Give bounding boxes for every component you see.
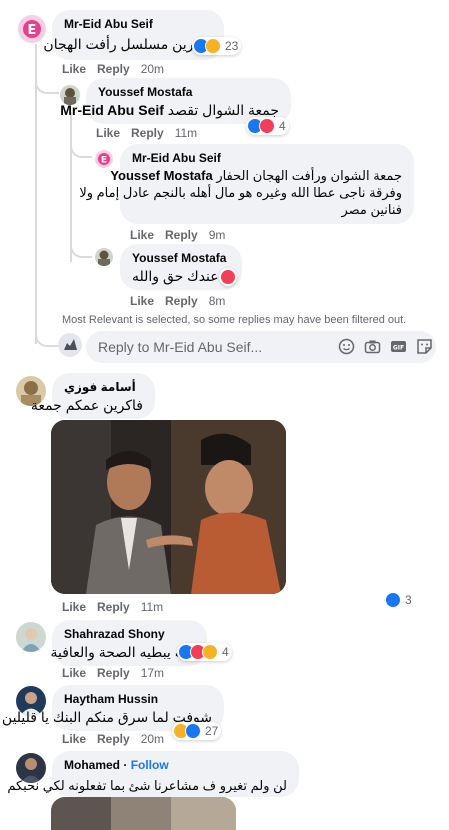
reply-text: جمعة الشوان ورأفت الهجان الحفار: [216, 168, 402, 183]
reply-button[interactable]: Reply: [97, 666, 130, 680]
avatar[interactable]: E: [95, 150, 113, 168]
comment-time[interactable]: 11m: [175, 126, 197, 140]
comment-time[interactable]: 11m: [141, 600, 163, 614]
like-reaction-icon: [385, 592, 401, 608]
comment-time[interactable]: 8m: [209, 294, 226, 308]
avatar[interactable]: [16, 622, 46, 652]
comment-time[interactable]: 20m: [141, 732, 164, 746]
mention-link[interactable]: Mr-Eid Abu Seif: [60, 102, 164, 118]
svg-text:GIF: GIF: [393, 345, 404, 352]
reaction-count: 3: [405, 593, 412, 607]
reaction-summary[interactable]: [219, 268, 237, 286]
comment-actions: Like Reply 8m: [130, 294, 236, 308]
reaction-count: 4: [279, 119, 286, 133]
follow-button[interactable]: Follow: [131, 758, 169, 772]
avatar[interactable]: E: [18, 15, 46, 43]
reaction-summary[interactable]: 27: [172, 722, 222, 740]
comment-author[interactable]: Youssef Mostafa: [98, 85, 279, 99]
comment-time[interactable]: 20m: [141, 62, 164, 76]
thread-curve: [70, 240, 92, 258]
like-button[interactable]: Like: [96, 126, 120, 140]
like-button[interactable]: Like: [62, 666, 86, 680]
comment-actions: Like Reply 11m: [62, 600, 174, 614]
comment-text: جمعة الشوان ورأفت الهجان الحفار Youssef …: [110, 167, 402, 184]
comment-author: Mohamed · Follow: [64, 758, 287, 772]
comment-author[interactable]: Haytham Hussin: [64, 692, 212, 706]
comment-text: عندك حق والله: [132, 268, 219, 284]
comment-actions: Like Reply 17m: [62, 666, 175, 680]
like-reaction-icon: [185, 723, 201, 739]
comment-bubble: أسامة فوزي فاكرين عمكم جمعة: [30, 373, 155, 419]
reply-button[interactable]: Reply: [165, 228, 198, 242]
comment-photo[interactable]: [51, 797, 236, 830]
comment-text-line: فنانين مصر: [341, 202, 402, 217]
love-reaction-icon: [220, 269, 236, 285]
comment-text: فاكرين مسلسل رأفت الهجان: [43, 36, 212, 52]
comment-text-line: وفرقة ناجى عطا الله وغيره هو مال أهله با…: [79, 185, 402, 200]
reaction-summary[interactable]: 23: [192, 37, 242, 55]
comment-text: فاكرين عمكم جمعة: [30, 397, 143, 413]
filter-notice: Most Relevant is selected, so some repli…: [62, 314, 407, 326]
haha-reaction-icon: [205, 38, 221, 54]
reaction-count: 4: [222, 645, 229, 659]
comment-author[interactable]: Shahrazad Shony: [64, 627, 195, 641]
comment-author-name[interactable]: Mohamed: [64, 758, 120, 772]
love-reaction-icon: [259, 118, 275, 134]
thread-curve: [70, 140, 92, 158]
reaction-count: 23: [225, 39, 239, 53]
reaction-summary[interactable]: 4: [177, 643, 232, 661]
reply-button[interactable]: Reply: [97, 732, 130, 746]
name-separator: ·: [120, 758, 131, 772]
comment-text: الله يبطيه الصحة والعافية: [50, 644, 196, 660]
reply-placeholder: Reply to Mr-Eid Abu Seif...: [98, 339, 263, 355]
reply-button[interactable]: Reply: [165, 294, 198, 308]
reply-text: جمعة الشوال تقصد: [167, 102, 279, 118]
comment-photo[interactable]: [51, 420, 286, 594]
comment-bubble: Mohamed · Follow لن ولم تغيرو ف مشاعرنا …: [7, 751, 299, 797]
haha-reaction-icon: [202, 644, 218, 660]
comment-text: لن ولم تغيرو ف مشاعرنا شئ بما تفعلونه لك…: [7, 778, 287, 793]
current-user-avatar: [58, 333, 82, 357]
comment-author[interactable]: Mr-Eid Abu Seif: [64, 17, 212, 31]
comment-time[interactable]: 17m: [141, 666, 164, 680]
comment-author[interactable]: Mr-Eid Abu Seif: [132, 151, 402, 165]
mention-link[interactable]: Youssef Mostafa: [110, 168, 212, 183]
like-button[interactable]: Like: [130, 228, 154, 242]
reply-tools: GIF: [338, 338, 433, 355]
comment-time[interactable]: 9m: [209, 228, 226, 242]
like-button[interactable]: Like: [62, 62, 86, 76]
comment-actions: Like Reply 11m: [96, 126, 208, 140]
reply-button[interactable]: Reply: [131, 126, 164, 140]
comment-bubble: Mr-Eid Abu Seif جمعة الشوان ورأفت الهجان…: [79, 144, 414, 224]
comment-actions: Like Reply 20m: [62, 62, 175, 76]
gif-icon[interactable]: GIF: [390, 338, 407, 355]
sticker-icon[interactable]: [416, 338, 433, 355]
reply-button[interactable]: Reply: [97, 600, 130, 614]
thread-curve: [35, 76, 59, 94]
thread-curve: [35, 325, 59, 347]
reaction-summary[interactable]: 4: [246, 117, 289, 135]
comment-actions: Like Reply 9m: [130, 228, 236, 242]
reaction-summary[interactable]: 3: [384, 591, 415, 609]
avatar[interactable]: [95, 248, 113, 266]
comment-actions: Like Reply 20m: [62, 732, 175, 746]
emoji-icon[interactable]: [338, 338, 355, 355]
svg-text:E: E: [101, 156, 107, 166]
camera-icon[interactable]: [364, 338, 381, 355]
svg-text:E: E: [28, 23, 37, 38]
like-button[interactable]: Like: [62, 732, 86, 746]
like-button[interactable]: Like: [62, 600, 86, 614]
like-button[interactable]: Like: [130, 294, 154, 308]
reply-button[interactable]: Reply: [97, 62, 130, 76]
comment-author[interactable]: Youssef Mostafa: [132, 251, 230, 265]
comment-author[interactable]: أسامة فوزي: [64, 380, 143, 394]
reaction-count: 27: [205, 724, 219, 738]
